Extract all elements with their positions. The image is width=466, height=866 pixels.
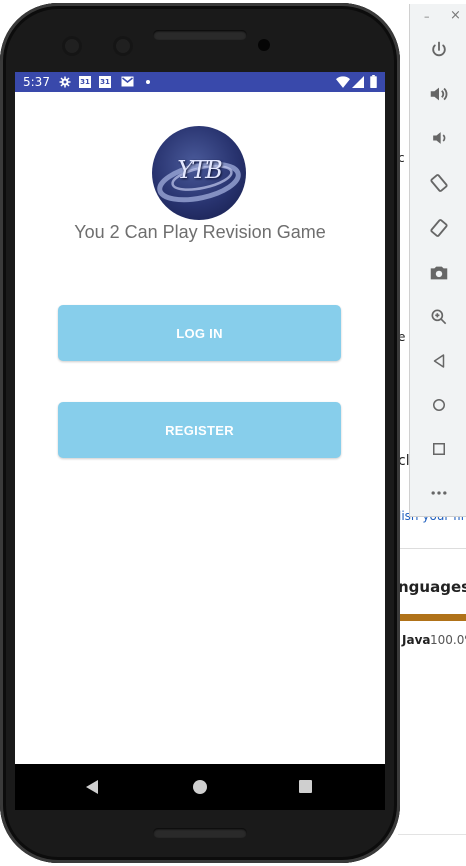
status-bar: 5:37 31 31 [15,72,385,92]
back-icon [433,354,444,368]
language-name[interactable]: Java [402,633,430,647]
notification-dot-icon [146,80,150,84]
front-sensor-left [62,36,82,56]
home-icon [432,399,445,411]
login-button[interactable]: LOG IN [58,305,341,361]
rotate-left-button[interactable] [410,166,466,200]
bg-divider-bottom [398,834,466,835]
status-time: 5:37 [23,75,50,89]
power-button[interactable] [410,33,466,67]
nav-back-icon[interactable] [85,780,99,794]
volume-down-button[interactable] [410,121,466,155]
app-logo: YTB [152,126,246,220]
front-sensor-right [113,36,133,56]
register-button[interactable]: REGISTER [58,402,341,458]
navigation-bar [15,764,385,810]
home-button[interactable] [410,388,466,422]
power-icon [431,41,446,57]
phone-frame: 5:37 31 31 YTB You 2 Can Play Revision G… [0,3,400,863]
volume-up-button[interactable] [410,77,466,111]
volume-up-icon [430,87,447,101]
front-camera [258,39,270,51]
bg-divider [398,548,466,549]
nav-overview-icon[interactable] [299,780,312,793]
screenshot-button[interactable] [410,256,466,290]
rotate-left-icon [429,174,448,192]
wifi-icon [336,76,350,88]
rotate-right-button[interactable] [410,211,466,245]
emulator-toolbar: – × [409,4,466,517]
back-button[interactable] [410,344,466,378]
nav-home-icon[interactable] [193,780,207,794]
calendar-icon: 31 [99,76,111,88]
battery-icon [370,75,377,88]
more-icon [431,491,446,495]
overview-button[interactable] [410,432,466,466]
bg-languages-heading: nguages [398,578,466,596]
minimize-button[interactable]: – [424,10,430,23]
overview-icon [432,443,445,455]
signal-icon [352,76,364,88]
camera-icon [430,266,447,280]
device-screen: 5:37 31 31 YTB You 2 Can Play Revision G… [15,72,385,810]
language-percent: 100.0% [430,633,466,647]
language-bar [398,614,466,621]
app-title: You 2 Can Play Revision Game [74,222,326,242]
bottom-speaker [153,828,247,838]
settings-icon [59,76,71,88]
volume-down-icon [432,132,445,144]
app-logo-text: YTB [177,156,223,184]
calendar-icon: 31 [79,76,91,88]
zoom-icon [431,309,446,325]
rotate-right-icon [429,219,448,237]
close-button[interactable]: × [450,8,461,23]
more-button[interactable] [410,476,466,510]
earpiece-speaker [153,30,247,40]
zoom-button[interactable] [410,300,466,334]
gmail-icon [121,76,134,87]
